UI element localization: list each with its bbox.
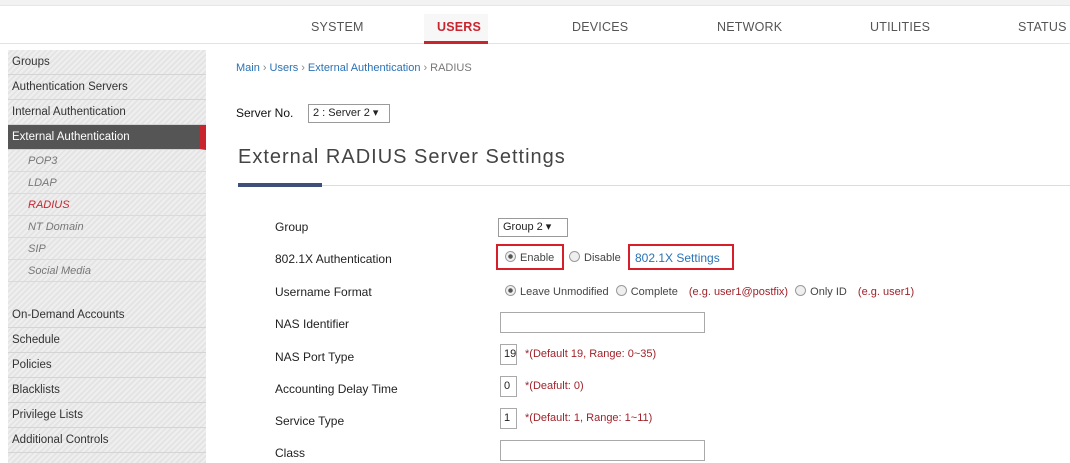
service-type-label: Service Type [275, 414, 345, 428]
breadcrumb-main[interactable]: Main [236, 62, 260, 74]
only-id-hint: (e.g. user1) [857, 286, 915, 298]
page-title: External RADIUS Server Settings [238, 146, 566, 168]
service-type-note: *(Default: 1, Range: 1~11) [525, 412, 653, 424]
breadcrumb-radius: RADIUS [430, 62, 472, 74]
class-input[interactable] [500, 440, 705, 461]
radio-enable[interactable] [505, 251, 516, 262]
sidebar-sub-ldap[interactable]: LDAP [8, 172, 206, 194]
username-format-label: Username Format [275, 285, 372, 299]
server-select[interactable]: 2 : Server 2 ▾ [308, 104, 390, 123]
sidebar-item-privilege-lists[interactable]: Privilege Lists [8, 403, 206, 428]
radio-only-id[interactable] [795, 285, 807, 296]
top-nav: SYSTEM USERS DEVICES NETWORK UTILITIES S… [0, 0, 1070, 44]
sidebar-item-additional-controls[interactable]: Additional Controls [8, 428, 206, 453]
sidebar-sub-social-media[interactable]: Social Media [8, 260, 206, 282]
service-type-input[interactable]: 1 [500, 408, 517, 429]
radio-complete[interactable] [615, 285, 627, 296]
tab-status[interactable]: STATUS [1018, 20, 1067, 34]
title-divider [238, 185, 1070, 186]
option-only-id: Only ID [810, 286, 847, 298]
sidebar-sub-radius[interactable]: RADIUS [8, 194, 206, 216]
breadcrumb-separator: › [423, 62, 428, 74]
radio-leave-unmodified[interactable] [505, 285, 516, 296]
title-accent-bar [238, 183, 322, 187]
option-complete: Complete [630, 286, 678, 298]
sidebar-item-groups[interactable]: Groups [8, 50, 206, 75]
tab-devices[interactable]: DEVICES [572, 20, 628, 34]
dot1x-enable-label: Enable [520, 252, 555, 264]
breadcrumb-separator: › [262, 62, 267, 74]
class-label: Class [275, 446, 306, 460]
group-select[interactable]: Group 2 ▾ [498, 218, 568, 237]
server-no-label: Server No. [236, 106, 294, 120]
dot1x-label: 802.1X Authentication [275, 252, 392, 266]
top-stripe [0, 0, 1070, 6]
sidebar-item-external-authentication[interactable]: External Authentication [8, 125, 206, 150]
tab-utilities[interactable]: UTILITIES [870, 20, 930, 34]
sidebar-item-internal-authentication[interactable]: Internal Authentication [8, 100, 206, 125]
option-leave-unmodified: Leave Unmodified [520, 286, 609, 298]
tab-network[interactable]: NETWORK [717, 20, 782, 34]
dot1x-settings-link[interactable]: 802.1X Settings [635, 251, 720, 265]
sidebar: Groups Authentication Servers Internal A… [8, 50, 206, 463]
sidebar-item-schedule[interactable]: Schedule [8, 328, 206, 353]
breadcrumb-separator: › [301, 62, 305, 74]
dot1x-disable-option[interactable]: Disable [569, 251, 621, 264]
dot1x-disable-label: Disable [584, 252, 621, 264]
complete-hint: (e.g. user1@postfix) [688, 286, 789, 298]
accounting-delay-note: *(Deafult: 0) [525, 380, 584, 392]
group-label: Group [275, 220, 309, 234]
sidebar-sub-pop3[interactable]: POP3 [8, 150, 206, 172]
sidebar-sub-nt-domain[interactable]: NT Domain [8, 216, 206, 238]
breadcrumb: Main › Users › External Authentication › RADIU… [236, 62, 472, 74]
accounting-delay-label: Accounting Delay Time [275, 382, 398, 396]
sidebar-sub-sip[interactable]: SIP [8, 238, 206, 260]
breadcrumb-users[interactable]: Users [270, 62, 299, 74]
nas-port-type-label: NAS Port Type [275, 350, 355, 364]
nas-port-type-input[interactable]: 19 [500, 344, 517, 365]
tab-system[interactable]: SYSTEM [311, 20, 364, 34]
nas-port-type-note: *(Default 19, Range: 0~35) [525, 348, 657, 360]
breadcrumb-external-authentication[interactable]: External Authentication [308, 62, 421, 74]
sidebar-item-authentication-servers[interactable]: Authentication Servers [8, 75, 206, 100]
radio-disable[interactable] [569, 251, 580, 262]
sidebar-item-on-demand-accounts[interactable]: On-Demand Accounts [8, 303, 206, 328]
nas-identifier-label: NAS Identifier [275, 317, 350, 331]
nas-identifier-input[interactable] [500, 312, 705, 333]
username-format-options: Leave Unmodified Complete (e.g. user1@po… [505, 285, 914, 298]
tab-users[interactable]: USERS [437, 20, 481, 34]
sidebar-item-blacklists[interactable]: Blacklists [8, 378, 206, 403]
dot1x-enable-option[interactable]: Enable [505, 251, 554, 264]
accounting-delay-input[interactable]: 0 [500, 376, 517, 397]
sidebar-item-policies[interactable]: Policies [8, 353, 206, 378]
